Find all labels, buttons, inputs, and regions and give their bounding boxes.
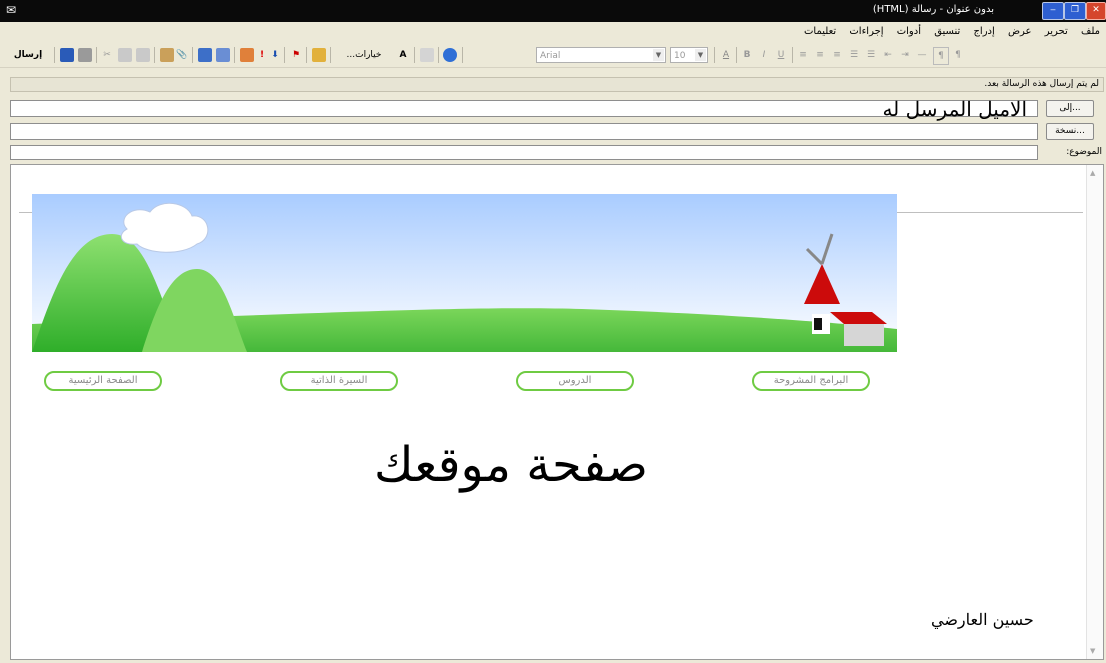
font-size-select[interactable]: 10 ▼ <box>670 47 708 63</box>
cut-icon[interactable]: ✂ <box>101 47 113 63</box>
cc-button[interactable]: نسخة... <box>1046 123 1094 140</box>
align-center-icon[interactable]: ≡ <box>814 47 826 63</box>
align-right-icon[interactable]: ≡ <box>831 47 843 63</box>
menu-edit[interactable]: تحرير <box>1040 22 1073 37</box>
message-body[interactable]: البرامج المشروحة الدروس السيرة الذاتية ا… <box>10 164 1104 660</box>
save-icon[interactable] <box>60 48 74 62</box>
menu-bar: ملف تحرير عرض إدراج تنسيق أدوات إجراءات … <box>0 22 1106 43</box>
landscape-banner-image <box>32 194 897 352</box>
help-icon[interactable] <box>443 48 457 62</box>
permission-icon[interactable] <box>312 48 326 62</box>
bullets-icon[interactable]: ☰ <box>865 47 877 63</box>
signature-text: حسين العارضي <box>931 610 1034 629</box>
to-field-value: الاميل المرسل له <box>882 97 1027 121</box>
menu-help[interactable]: تعليمات <box>799 22 841 37</box>
high-importance-icon[interactable]: ! <box>257 47 267 63</box>
toolbar-separator <box>96 47 97 63</box>
nav-programs-button[interactable]: البرامج المشروحة <box>752 371 870 391</box>
font-size-value: 10 <box>674 51 686 61</box>
increase-indent-icon[interactable]: ⇥ <box>899 47 911 63</box>
toolbar-separator <box>306 47 307 63</box>
to-field[interactable]: الاميل المرسل له <box>10 97 1038 121</box>
subject-label: الموضوع: <box>1066 147 1102 157</box>
ltr-direction-icon[interactable]: ¶ <box>952 47 964 63</box>
flag-icon[interactable]: ⚑ <box>290 47 302 63</box>
toolbar-separator <box>414 47 415 63</box>
font-size-icon[interactable]: A <box>396 47 410 63</box>
close-button[interactable]: ✕ <box>1086 2 1106 20</box>
low-importance-icon[interactable]: ⬇ <box>270 47 280 63</box>
menu-actions[interactable]: إجراءات <box>844 22 888 37</box>
menu-tools[interactable]: أدوات <box>892 22 926 37</box>
menu-insert[interactable]: إدراج <box>968 22 999 37</box>
underline-icon[interactable]: U <box>775 47 787 63</box>
message-format-icon[interactable] <box>420 48 434 62</box>
outlook-app-icon[interactable]: ✉ <box>6 3 20 17</box>
toolbar-separator <box>284 47 285 63</box>
toolbar-separator <box>54 47 55 63</box>
address-book-icon[interactable] <box>160 48 174 62</box>
toolbar-separator <box>462 47 463 63</box>
italic-icon[interactable]: I <box>758 47 770 63</box>
send-button[interactable]: إرسال <box>6 47 50 63</box>
window-title: بدون عنوان - رسالة (HTML) <box>872 4 994 15</box>
title-bar: ✉ بدون عنوان - رسالة (HTML) ‒ ❐ ✕ <box>0 0 1106 22</box>
numbering-icon[interactable]: ☰ <box>848 47 860 63</box>
nav-lessons-button[interactable]: الدروس <box>516 371 634 391</box>
toolbar: إرسال ✂ 📎 ! ⬇ ⚑ خيارات... A Arial ▼ 10 ▼… <box>0 43 1106 68</box>
to-button[interactable]: إلى... <box>1046 100 1094 117</box>
paste-icon[interactable] <box>136 48 150 62</box>
cc-field[interactable] <box>10 123 1038 140</box>
align-left-icon[interactable]: ≡ <box>797 47 809 63</box>
menu-file[interactable]: ملف <box>1076 22 1106 37</box>
chevron-down-icon[interactable]: ▼ <box>695 49 706 61</box>
minimize-button[interactable]: ‒ <box>1042 2 1064 20</box>
vertical-scrollbar[interactable]: ▲ ▼ <box>1086 165 1103 659</box>
decrease-indent-icon[interactable]: ⇤ <box>882 47 894 63</box>
print-icon[interactable] <box>78 48 92 62</box>
menu-view[interactable]: عرض <box>1003 22 1037 37</box>
nav-home-button[interactable]: الصفحة الرئيسية <box>44 371 162 391</box>
spelling-icon[interactable] <box>216 48 230 62</box>
copy-icon[interactable] <box>118 48 132 62</box>
signature-icon[interactable] <box>240 48 254 62</box>
rtl-direction-icon[interactable]: ¶ <box>933 47 949 65</box>
toolbar-separator <box>736 47 737 63</box>
toolbar-separator <box>792 47 793 63</box>
menu-format[interactable]: تنسيق <box>929 22 965 37</box>
subject-field[interactable] <box>10 145 1038 160</box>
font-name-value: Arial <box>540 51 561 61</box>
horizontal-line-icon[interactable]: — <box>916 47 928 63</box>
toolbar-separator <box>438 47 439 63</box>
toolbar-separator <box>234 47 235 63</box>
page-headline: صفحة موقعك <box>373 437 649 493</box>
scroll-up-icon[interactable]: ▲ <box>1090 169 1095 177</box>
toolbar-separator <box>714 47 715 63</box>
font-name-select[interactable]: Arial ▼ <box>536 47 666 63</box>
bold-icon[interactable]: B <box>741 47 753 63</box>
nav-cv-button[interactable]: السيرة الذاتية <box>280 371 398 391</box>
toolbar-separator <box>192 47 193 63</box>
toolbar-separator <box>330 47 331 63</box>
attach-icon[interactable]: 📎 <box>176 47 188 63</box>
toolbar-separator <box>154 47 155 63</box>
options-button[interactable]: خيارات... <box>336 47 392 63</box>
scroll-down-icon[interactable]: ▼ <box>1090 647 1095 655</box>
maximize-button[interactable]: ❐ <box>1064 2 1086 20</box>
font-color-icon[interactable]: A <box>720 47 732 63</box>
chevron-down-icon[interactable]: ▼ <box>653 49 664 61</box>
check-names-icon[interactable] <box>198 48 212 62</box>
status-bar: لم يتم إرسال هذه الرسالة بعد. <box>10 77 1104 92</box>
